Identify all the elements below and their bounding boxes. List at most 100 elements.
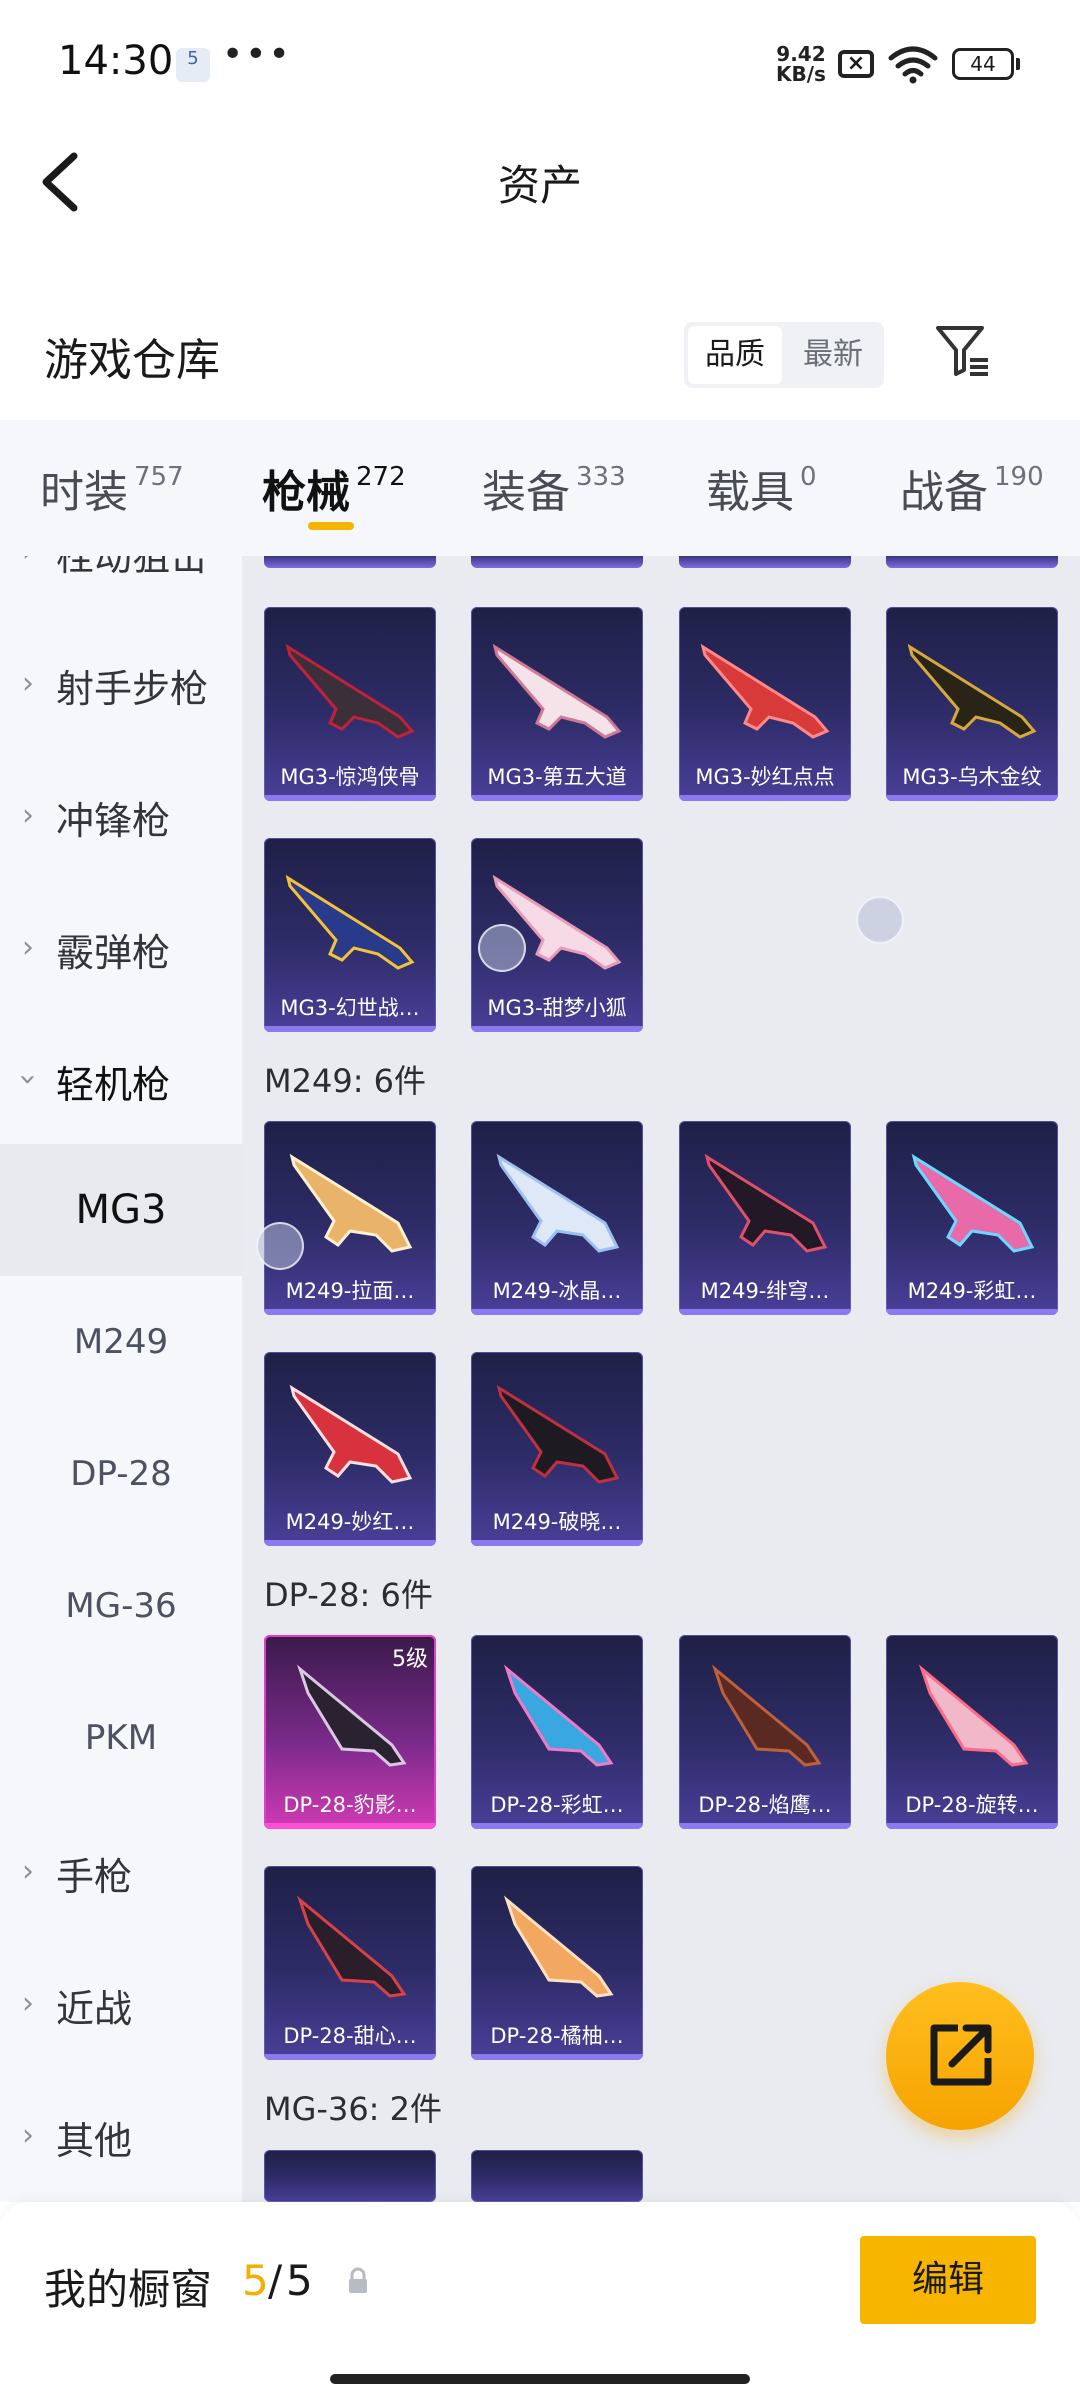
- touch-indicator: [856, 896, 904, 944]
- card-rarity-bar: [264, 795, 436, 801]
- touch-indicator: [478, 924, 526, 972]
- sidebar-subitem-m249[interactable]: M249: [0, 1276, 242, 1408]
- sidebar-item-marksman-rifle[interactable]: › 射手步枪: [0, 616, 242, 748]
- item-card-label: M249-破晓…: [492, 1510, 622, 1534]
- rifle-icon: [907, 643, 1037, 739]
- sidebar-item-bolt-sniper[interactable]: › 栓动狙击: [0, 556, 242, 616]
- item-card[interactable]: MG3-妙红点点: [679, 607, 851, 801]
- sidebar-subitem-mg36[interactable]: MG-36: [0, 1540, 242, 1672]
- item-card-label: MG3-惊鸿侠骨: [280, 765, 420, 789]
- rifle-icon: [704, 1153, 828, 1253]
- chevron-right-icon: ›: [22, 930, 34, 965]
- item-card[interactable]: M249-妙红…: [264, 1352, 436, 1546]
- item-card[interactable]: M249-拉面…: [264, 1121, 436, 1315]
- item-card[interactable]: DP-28-甜心…: [264, 1866, 436, 2060]
- showcase-separator: /: [268, 2256, 283, 2305]
- rifle-icon: [285, 643, 415, 739]
- item-card-label: MG3-乌木金纹: [902, 765, 1042, 789]
- item-card[interactable]: M249-绯穹…: [679, 1121, 851, 1315]
- wifi-icon: [888, 46, 938, 84]
- battery-icon: 44: [952, 48, 1014, 80]
- tab-equipment[interactable]: 装备 333: [482, 456, 626, 518]
- tab-supplies[interactable]: 战备 190: [900, 456, 1044, 518]
- card-rarity-bar: [264, 1026, 436, 1032]
- lock-icon: [349, 2267, 367, 2293]
- item-card-partial[interactable]: [264, 2150, 436, 2202]
- touch-indicator: [256, 1222, 304, 1270]
- sidebar-item-lmg[interactable]: › 轻机枪: [0, 1012, 242, 1144]
- item-card[interactable]: DP-28-橘柚…: [471, 1866, 643, 2060]
- item-card[interactable]: MG3-惊鸿侠骨: [264, 607, 436, 801]
- item-card[interactable]: DP-28-旋转…: [886, 1635, 1058, 1829]
- item-card[interactable]: DP-28-彩虹…: [471, 1635, 643, 1829]
- rifle-icon: [289, 1384, 413, 1484]
- item-card[interactable]: M249-破晓…: [471, 1352, 643, 1546]
- share-button[interactable]: [886, 1982, 1034, 2130]
- card-rarity-bar: [886, 1823, 1058, 1829]
- item-card-label: M249-冰晶…: [492, 1279, 622, 1303]
- status-bar: 14:30 5 ••• 9.42 KB/s × 44: [0, 0, 1080, 130]
- card-rarity-bar: [471, 1540, 643, 1546]
- item-card-label: DP-28-彩虹…: [490, 1793, 624, 1817]
- sidebar-item-smg[interactable]: › 冲锋枪: [0, 748, 242, 880]
- card-rarity-bar: [264, 1540, 436, 1546]
- item-card[interactable]: MG3-幻世战…: [264, 838, 436, 1032]
- filter-icon[interactable]: [934, 322, 992, 380]
- item-card-partial[interactable]: [679, 556, 851, 568]
- active-tab-indicator: [308, 522, 354, 530]
- item-card-partial[interactable]: [471, 2150, 643, 2202]
- item-card[interactable]: MG3-第五大道: [471, 607, 643, 801]
- sidebar-item-other[interactable]: › 其他: [0, 2068, 242, 2200]
- tab-label: 时装: [40, 467, 128, 518]
- no-sim-icon: ×: [838, 50, 874, 78]
- tab-label: 枪械: [262, 467, 350, 518]
- sidebar-subitem-mg3[interactable]: MG3: [0, 1144, 242, 1276]
- sidebar-item-pistol[interactable]: › 手枪: [0, 1804, 242, 1936]
- item-card-label: DP-28-甜心…: [283, 2024, 417, 2048]
- sidebar-item-shotgun[interactable]: › 霰弹枪: [0, 880, 242, 1012]
- showcase-total: 5: [286, 2256, 313, 2305]
- notification-badge-icon: 5: [176, 48, 210, 82]
- sort-newest-button[interactable]: 最新: [786, 326, 880, 384]
- group-title-mg36: MG-36: 2件: [264, 2090, 442, 2128]
- item-card-partial[interactable]: [886, 556, 1058, 568]
- rifle-icon: [296, 1895, 407, 1998]
- item-card-label: M249-彩虹…: [907, 1279, 1037, 1303]
- group-title-m249: M249: 6件: [264, 1062, 427, 1100]
- rifle-icon: [503, 1664, 614, 1767]
- sort-quality-button[interactable]: 品质: [688, 326, 782, 384]
- item-card[interactable]: DP-28-焰鹰…: [679, 1635, 851, 1829]
- edit-button[interactable]: 编辑: [860, 2236, 1036, 2324]
- sidebar-item-label: 轻机枪: [56, 1063, 171, 1107]
- item-card[interactable]: M249-彩虹…: [886, 1121, 1058, 1315]
- chevron-down-icon: ›: [10, 1073, 46, 1086]
- tab-fashion[interactable]: 时装 757: [40, 456, 184, 518]
- rifle-icon: [496, 1153, 620, 1253]
- home-indicator[interactable]: [330, 2374, 750, 2384]
- showcase-count: 5: [242, 2256, 269, 2305]
- tab-count: 333: [576, 462, 626, 492]
- card-rarity-bar: [264, 1823, 436, 1829]
- tab-label: 装备: [482, 467, 570, 518]
- rifle-icon: [285, 874, 415, 970]
- sidebar-subitem-pkm[interactable]: PKM: [0, 1672, 242, 1804]
- sidebar-item-label: 冲锋枪: [56, 799, 171, 843]
- item-card[interactable]: 5级 DP-28-豹影…: [264, 1635, 436, 1829]
- rifle-icon: [296, 1664, 407, 1767]
- sidebar-item-label: 其他: [56, 2119, 133, 2163]
- item-card[interactable]: M249-冰晶…: [471, 1121, 643, 1315]
- sidebar-item-melee[interactable]: › 近战: [0, 1936, 242, 2068]
- share-icon: [930, 2024, 992, 2086]
- sidebar-subitem-dp28[interactable]: DP-28: [0, 1408, 242, 1540]
- item-card-partial[interactable]: [471, 556, 643, 568]
- item-card-label: DP-28-焰鹰…: [698, 1793, 832, 1817]
- card-rarity-bar: [471, 2054, 643, 2060]
- tab-vehicles[interactable]: 载具 0: [706, 456, 817, 518]
- chevron-right-icon: ›: [22, 2118, 34, 2153]
- card-rarity-bar: [679, 795, 851, 801]
- item-card-partial[interactable]: [264, 556, 436, 568]
- item-card-label: MG3-妙红点点: [695, 765, 835, 789]
- item-card[interactable]: MG3-乌木金纹: [886, 607, 1058, 801]
- item-card-label: DP-28-旋转…: [905, 1793, 1039, 1817]
- tab-guns[interactable]: 枪械 272: [262, 456, 406, 518]
